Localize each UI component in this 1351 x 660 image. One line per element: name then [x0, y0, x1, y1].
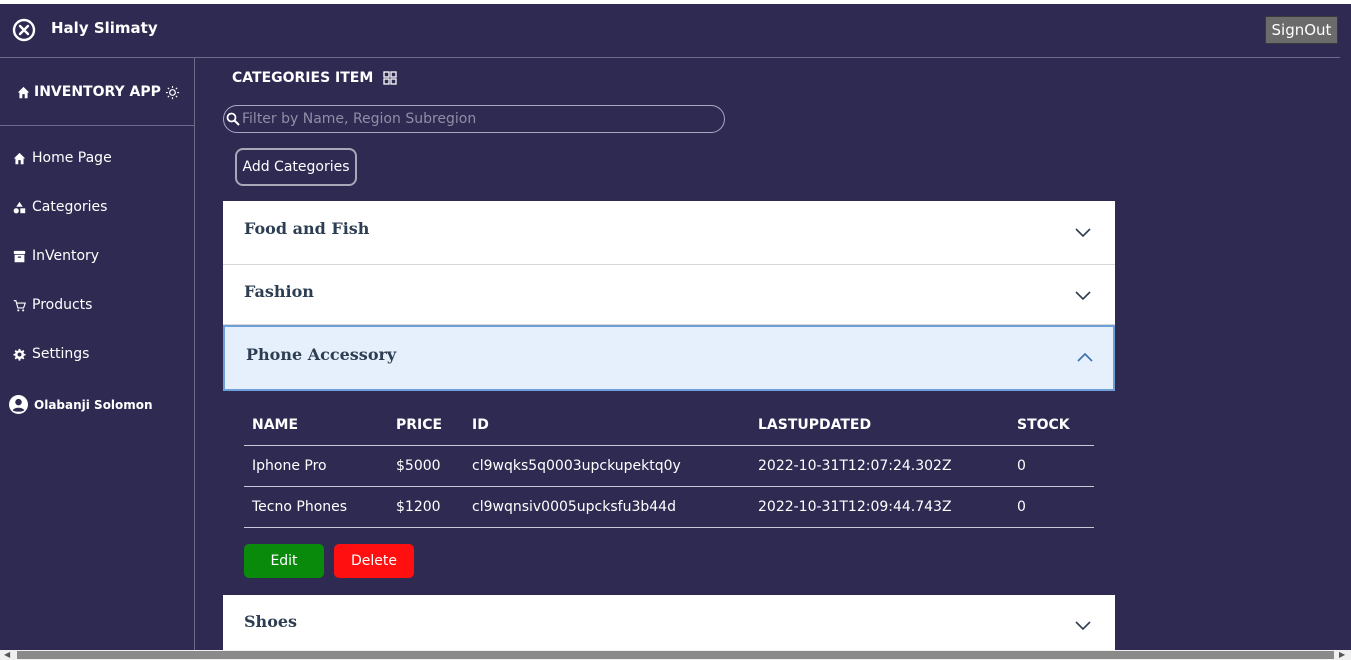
- table-row: Iphone Pro $5000 cl9wqks5q0003upckupektq…: [244, 445, 1094, 487]
- horizontal-scrollbar[interactable]: ◀ ▶: [0, 650, 1351, 660]
- sidebar-item-products[interactable]: Products: [13, 297, 92, 313]
- category-label: Phone Accessory: [246, 345, 397, 364]
- add-categories-button[interactable]: Add Categories: [235, 148, 357, 186]
- sidebar-item-inventory[interactable]: InVentory: [13, 248, 99, 264]
- page-title: CATEGORIES ITEM: [232, 70, 397, 86]
- edit-button[interactable]: Edit: [244, 544, 324, 578]
- sidebar: INVENTORY APP Home Page Categories InVen…: [0, 58, 195, 650]
- cell-stock: 0: [1009, 445, 1094, 487]
- cell-lastupdated: 2022-10-31T12:09:44.743Z: [750, 486, 1009, 528]
- app-title: Haly Slimaty: [51, 19, 158, 37]
- table-row: Tecno Phones $1200 cl9wqnsiv0005upcksfu3…: [244, 486, 1094, 528]
- user-name: Olabanji Solomon: [34, 397, 153, 412]
- category-label: Fashion: [244, 282, 314, 301]
- column-header: ID: [464, 405, 750, 446]
- cart-icon: [13, 299, 26, 311]
- home-icon: [13, 152, 26, 164]
- sidebar-item-label: InVentory: [32, 248, 100, 264]
- column-header: LASTUPDATED: [750, 405, 1009, 446]
- category-label: Food and Fish: [244, 219, 370, 238]
- page-title-label: CATEGORIES ITEM: [232, 70, 374, 86]
- scrollbar-thumb[interactable]: [17, 651, 1334, 659]
- user-profile[interactable]: Olabanji Solomon: [9, 395, 153, 414]
- app-header: Haly Slimaty SignOut: [0, 4, 1351, 58]
- categories-accordion: Food and Fish Fashion Phone Accessory NA…: [223, 201, 1115, 650]
- sidebar-item-settings[interactable]: Settings: [13, 346, 89, 362]
- items-table: NAME PRICE ID LASTUPDATED STOCK Iphone P…: [244, 405, 1094, 528]
- sidebar-item-categories[interactable]: Categories: [13, 199, 107, 215]
- cell-name: Tecno Phones: [244, 486, 388, 528]
- cell-id: cl9wqks5q0003upckupektq0y: [464, 445, 750, 487]
- chevron-down-icon: [1075, 621, 1091, 631]
- shapes-icon: [13, 201, 26, 213]
- category-details-phone-accessory: NAME PRICE ID LASTUPDATED STOCK Iphone P…: [223, 391, 1115, 595]
- cell-name: Iphone Pro: [244, 445, 388, 487]
- scroll-left-icon[interactable]: ◀: [4, 650, 10, 660]
- cell-stock: 0: [1009, 486, 1094, 528]
- search-box: [223, 105, 725, 133]
- gear-icon: [13, 348, 26, 361]
- close-circle-icon[interactable]: [12, 18, 36, 42]
- sidebar-item-label: Products: [32, 297, 93, 313]
- category-header-fashion[interactable]: Fashion: [223, 265, 1115, 325]
- sidebar-item-label: Settings: [32, 346, 90, 362]
- cell-lastupdated: 2022-10-31T12:07:24.302Z: [750, 445, 1009, 487]
- category-header-shoes[interactable]: Shoes: [223, 595, 1115, 650]
- brand-divider: [0, 125, 194, 126]
- column-header: NAME: [244, 405, 388, 446]
- category-header-phone-accessory[interactable]: Phone Accessory: [223, 325, 1115, 391]
- search-icon: [226, 112, 240, 126]
- signout-button[interactable]: SignOut: [1265, 16, 1338, 44]
- cell-price: $5000: [388, 445, 464, 487]
- scroll-right-icon[interactable]: ▶: [1339, 650, 1345, 660]
- grid-icon: [383, 71, 397, 85]
- header-divider: [0, 57, 1340, 58]
- cell-price: $1200: [388, 486, 464, 528]
- sun-icon[interactable]: [165, 85, 180, 100]
- chevron-up-icon: [1077, 352, 1093, 362]
- home-icon: [17, 86, 30, 98]
- table-header-row: NAME PRICE ID LASTUPDATED STOCK: [244, 405, 1094, 446]
- chevron-down-icon: [1075, 228, 1091, 238]
- cell-id: cl9wqnsiv0005upcksfu3b44d: [464, 486, 750, 528]
- sidebar-item-label: Home Page: [32, 150, 112, 166]
- chevron-down-icon: [1075, 291, 1091, 301]
- column-header: STOCK: [1009, 405, 1094, 446]
- sidebar-item-label: Categories: [32, 199, 108, 215]
- brand-label: INVENTORY APP: [34, 84, 161, 100]
- archive-icon: [13, 250, 26, 262]
- category-header-food-and-fish[interactable]: Food and Fish: [223, 201, 1115, 265]
- category-label: Shoes: [244, 612, 298, 631]
- column-header: PRICE: [388, 405, 464, 446]
- sidebar-item-home[interactable]: Home Page: [13, 150, 112, 166]
- sidebar-brand: INVENTORY APP: [17, 84, 180, 100]
- avatar-icon: [9, 395, 28, 414]
- search-input[interactable]: [240, 107, 710, 131]
- delete-button[interactable]: Delete: [334, 544, 414, 578]
